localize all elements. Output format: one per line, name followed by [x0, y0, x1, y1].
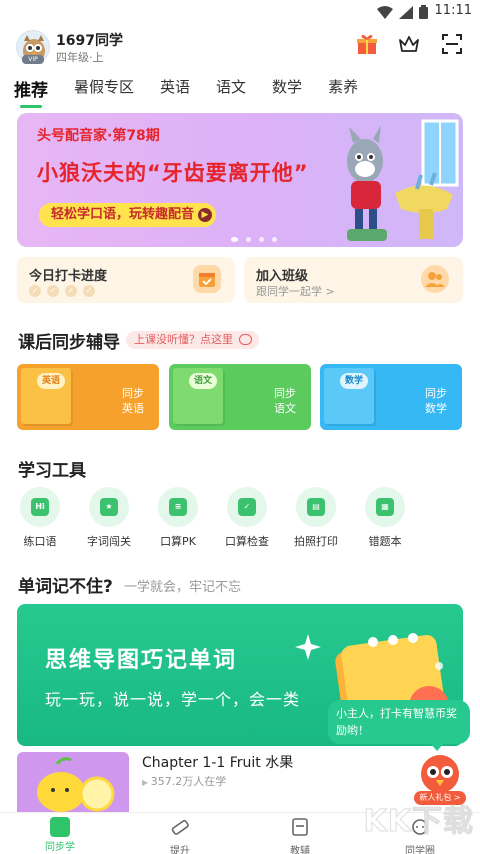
- vip-badge: VIP: [22, 55, 44, 64]
- textbook-icon: [292, 818, 308, 836]
- tool-word-challenge-label: 字词闯关: [87, 535, 131, 548]
- wolf-character-illustration: [347, 119, 459, 241]
- tab-chinese[interactable]: 语文: [216, 76, 246, 101]
- nav-textbook-label: 教辅: [290, 846, 310, 854]
- speech-bubble-icon: Hi: [20, 487, 60, 527]
- clock: 11:11: [434, 3, 472, 18]
- user-name[interactable]: 1697同学: [56, 30, 123, 50]
- abacus-icon: ≡: [158, 487, 198, 527]
- page-dot[interactable]: [259, 237, 264, 242]
- banner-pagination: [231, 237, 277, 242]
- checkin-progress-card[interactable]: 今日打卡进度 ✓ ✓ ✓ ✓: [17, 257, 235, 303]
- tab-english[interactable]: 英语: [160, 76, 190, 101]
- calendar-icon: [193, 265, 221, 293]
- tab-recommend[interactable]: 推荐: [14, 76, 48, 108]
- sync-math-card[interactable]: 数学 同步 数学: [320, 364, 462, 430]
- bird-mascot-icon: [421, 755, 459, 793]
- page-dot[interactable]: [272, 237, 277, 242]
- tool-speaking[interactable]: Hi 练口语: [10, 487, 70, 549]
- help-hint-pill[interactable]: 上课没听懂？点这里: [126, 331, 259, 349]
- tools-section-title: 学习工具: [18, 461, 86, 481]
- chapter-thumbnail[interactable]: [17, 752, 129, 812]
- book-icon: [50, 817, 70, 837]
- printer-icon: ▤: [296, 487, 336, 527]
- vocab-section-subtitle: 一学就会，牢记不忘: [124, 580, 242, 595]
- tool-mental-math-pk-label: 口算PK: [160, 535, 196, 548]
- nav-improve-label: 提升: [170, 846, 190, 854]
- speech-bubble-icon: [239, 334, 252, 345]
- scan-icon[interactable]: [440, 32, 464, 56]
- crown-icon[interactable]: [397, 32, 421, 56]
- mind-map-subtitle: 玩一玩，说一说，学一个，会一类: [45, 690, 301, 709]
- chapter-learners: ▶ 357.2万人在学: [142, 775, 227, 788]
- arrow-right-icon: ▶: [198, 208, 213, 222]
- check-circle-icon: ✓: [47, 285, 59, 297]
- chapter-title[interactable]: Chapter 1-1 Fruit 水果: [142, 752, 293, 772]
- user-grade[interactable]: 四年级·上: [56, 49, 104, 65]
- english-tag: 英语: [37, 373, 65, 389]
- sync-english-card[interactable]: 英语 同步 英语: [17, 364, 159, 430]
- sync-chinese-card[interactable]: 语文 同步 语文: [169, 364, 311, 430]
- category-tabs: 推荐 暑假专区 英语 语文 数学 素养: [14, 76, 384, 108]
- check-circle-icon: ✓: [65, 285, 77, 297]
- reward-tip-bubble[interactable]: 小主人，打卡有智慧币奖励哟！: [328, 700, 470, 751]
- checkin-title: 今日打卡进度: [29, 269, 108, 284]
- vocab-section-title: 单词记不住?: [18, 577, 113, 597]
- classmates-icon: [421, 265, 449, 293]
- checkin-progress-dots: ✓ ✓ ✓ ✓: [29, 285, 95, 297]
- tool-mistake-book[interactable]: ▦ 错题本: [355, 487, 415, 549]
- play-icon: ▶: [142, 778, 151, 787]
- wifi-icon: [377, 5, 393, 19]
- tab-literacy[interactable]: 素养: [328, 76, 358, 101]
- watermark: KK下载: [363, 804, 474, 840]
- help-hint-label: 上课没听懂？点这里: [134, 333, 233, 346]
- page-dot[interactable]: [246, 237, 251, 242]
- battery-icon: [419, 5, 428, 19]
- tool-math-check[interactable]: ✓ 口算检查: [217, 487, 277, 549]
- join-class-title: 加入班级: [256, 269, 309, 284]
- join-class-card[interactable]: 加入班级 跟同学一起学 >: [244, 257, 463, 303]
- trophy-icon: ★: [89, 487, 129, 527]
- sync-chinese-label: 同步 语文: [274, 387, 296, 415]
- tool-word-challenge[interactable]: ★ 字词闯关: [79, 487, 139, 549]
- tool-photo-print[interactable]: ▤ 拍照打印: [286, 487, 346, 549]
- chinese-tag: 语文: [189, 373, 217, 389]
- nav-textbook[interactable]: 教辅: [270, 817, 330, 854]
- gift-icon[interactable]: [355, 32, 379, 56]
- promo-banner[interactable]: 头号配音家·第78期 小狼沃夫的“牙齿要离开他” 轻松学口语，玩转趣配音 ▶: [17, 113, 463, 247]
- check-circle-icon: ✓: [29, 285, 41, 297]
- page-dot[interactable]: [231, 237, 238, 242]
- nav-sync-learning-label: 同步学: [45, 842, 75, 853]
- ruler-icon: [171, 819, 189, 835]
- sync-math-label: 同步 数学: [425, 387, 447, 415]
- check-circle-icon: ✓: [83, 285, 95, 297]
- tool-speaking-label: 练口语: [23, 535, 57, 548]
- tool-photo-print-label: 拍照打印: [294, 535, 338, 548]
- join-class-subtitle: 跟同学一起学 >: [256, 285, 335, 298]
- mind-map-title: 思维导图巧记单词: [45, 648, 238, 673]
- tool-math-check-label: 口算检查: [225, 535, 269, 548]
- nav-improve[interactable]: 提升: [150, 817, 210, 854]
- app-screen: 11:11 VIP 1697同学 四年级·上 推荐 暑假专区 英语 语文 数学 …: [0, 0, 480, 854]
- sync-section-title: 课后同步辅导: [18, 333, 120, 353]
- banner-button[interactable]: 轻松学口语，玩转趣配音 ▶: [39, 203, 217, 227]
- banner-title: 小狼沃夫的“牙齿要离开他”: [37, 161, 309, 185]
- tab-math[interactable]: 数学: [272, 76, 302, 101]
- sync-english-label: 同步 英语: [122, 387, 144, 415]
- sparkle-icon: [295, 634, 321, 660]
- nav-classmates-label: 同学圈: [405, 846, 435, 854]
- banner-button-label: 轻松学口语，玩转趣配音: [51, 207, 195, 222]
- tool-mental-math-pk[interactable]: ≡ 口算PK: [148, 487, 208, 549]
- status-bar: 11:11: [0, 0, 480, 24]
- banner-subtitle: 头号配音家·第78期: [37, 128, 160, 144]
- math-tag: 数学: [340, 373, 368, 389]
- notebook-icon: ▦: [365, 487, 405, 527]
- lemon-illustration: [37, 757, 115, 812]
- tab-summer[interactable]: 暑假专区: [74, 76, 134, 101]
- tool-mistake-book-label: 错题本: [368, 535, 402, 548]
- check-search-icon: ✓: [227, 487, 267, 527]
- signal-icon: [399, 5, 413, 19]
- nav-sync-learning[interactable]: 同步学: [30, 817, 90, 853]
